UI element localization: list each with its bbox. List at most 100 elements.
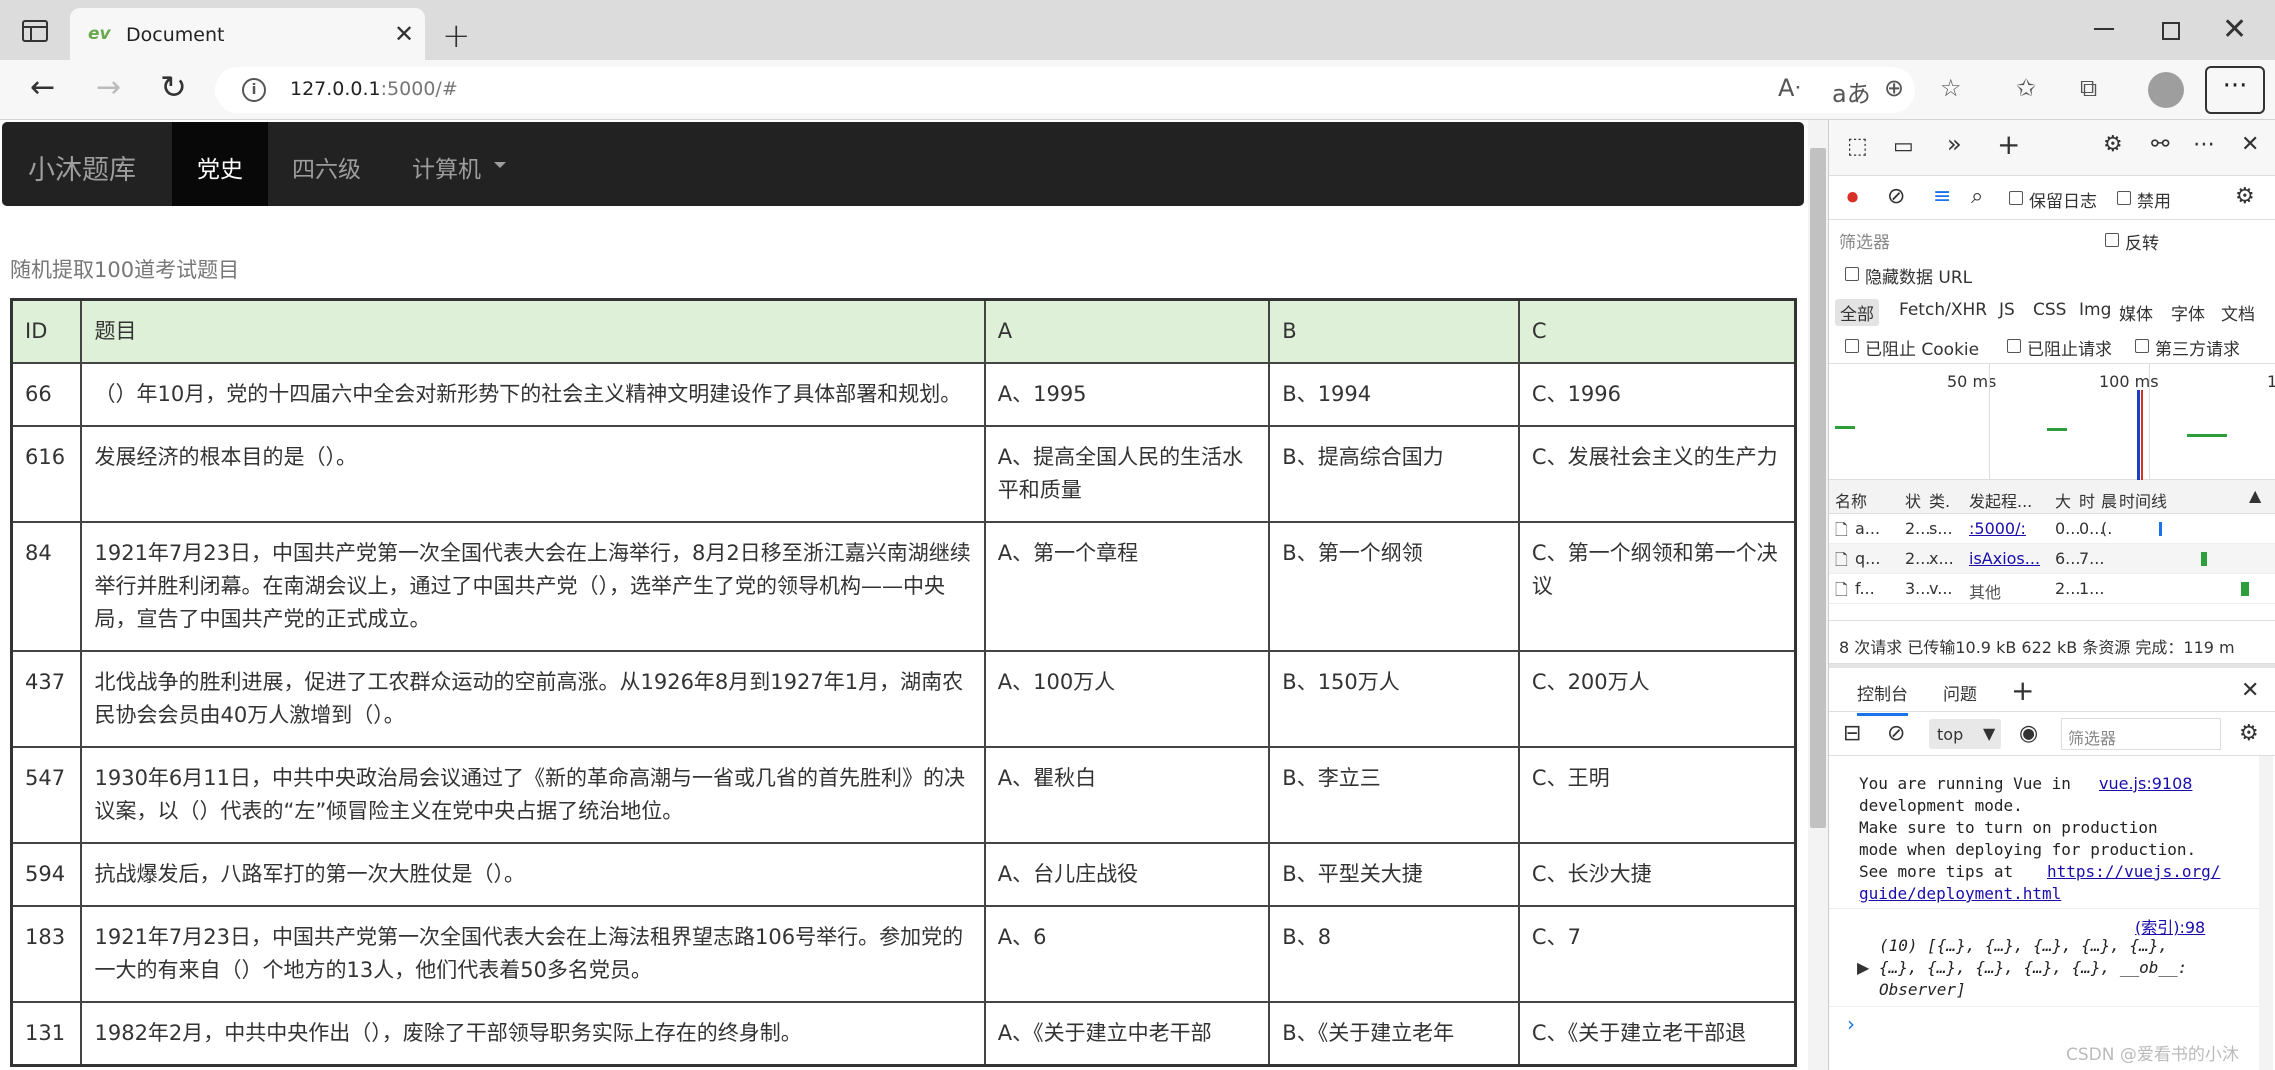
tab-console[interactable]: 控制台 bbox=[1857, 680, 1908, 716]
col-size[interactable]: 大 bbox=[2055, 488, 2071, 512]
blocked-cookies-label: 已阻止 Cookie bbox=[1865, 340, 1980, 360]
cell-id: 547 bbox=[10, 746, 83, 844]
request-row[interactable]: 🗋 q... 2... x... isAxios... 6... 7... bbox=[1829, 544, 2275, 574]
tab-actions-icon[interactable] bbox=[22, 20, 48, 42]
live-expression-icon[interactable]: ◉ bbox=[2019, 721, 2038, 746]
window-minimize-button[interactable] bbox=[2094, 28, 2114, 30]
window-maximize-button[interactable] bbox=[2162, 22, 2180, 40]
add-tab-icon[interactable]: + bbox=[1997, 128, 2020, 161]
inspect-icon[interactable]: ⬚ bbox=[1847, 134, 1868, 159]
console-source-link[interactable]: vue.js:9108 bbox=[2099, 774, 2192, 793]
new-tab-button[interactable]: + bbox=[442, 16, 471, 56]
request-initiator[interactable]: :5000/: bbox=[1969, 519, 2026, 538]
reload-button[interactable]: ↻ bbox=[160, 68, 187, 106]
type-filter-doc[interactable]: 文档 bbox=[2221, 300, 2255, 325]
request-row[interactable]: 🗋 f... 3... v... 其他 2... 1... bbox=[1829, 574, 2275, 604]
nav-item-dangshi[interactable]: 党史 bbox=[197, 150, 243, 184]
filter-input[interactable]: 筛选器 bbox=[1839, 228, 1890, 253]
blocked-cookies-checkbox[interactable] bbox=[1845, 339, 1859, 353]
cell-option-a: A、提高全国人民的生活水平和质量 bbox=[983, 425, 1271, 523]
site-brand[interactable]: 小沐题库 bbox=[28, 148, 136, 187]
col-priority[interactable]: 晨 bbox=[2101, 488, 2117, 512]
col-status[interactable]: 状 bbox=[1905, 488, 1921, 512]
url-text[interactable]: 127.0.0.1:5000/# bbox=[290, 78, 458, 100]
type-filter-img[interactable]: Img bbox=[2079, 300, 2111, 320]
tab-close-icon[interactable]: ✕ bbox=[394, 20, 414, 48]
page-scrollbar-thumb[interactable] bbox=[1810, 148, 1826, 828]
expand-triangle-icon[interactable]: ▶ bbox=[1857, 958, 1869, 977]
back-button[interactable]: ← bbox=[30, 70, 55, 105]
record-icon[interactable]: ⏺ bbox=[1847, 185, 1858, 210]
window-close-button[interactable]: ✕ bbox=[2222, 12, 2247, 47]
console-array[interactable]: (10) [{…}, {…}, {…}, {…}, {…}, bbox=[1879, 936, 2168, 955]
tab-issues[interactable]: 问题 bbox=[1943, 680, 1977, 705]
read-aloud-icon[interactable]: Aᐧ bbox=[1778, 74, 1801, 102]
console-scrollbar[interactable] bbox=[2259, 756, 2273, 1070]
cell-id: 594 bbox=[10, 842, 83, 907]
console-array: {…}, {…}, {…}, {…}, {…}, __ob__: bbox=[1879, 958, 2188, 977]
context-selector[interactable]: top ▼ bbox=[1929, 719, 2001, 749]
sort-up-icon[interactable]: ▲ bbox=[2249, 486, 2261, 505]
cell-option-b: B、《关于建立老年 bbox=[1268, 1001, 1520, 1067]
type-filter-all[interactable]: 全部 bbox=[1835, 299, 1879, 326]
cell-option-c: C、王明 bbox=[1517, 746, 1797, 844]
console-prompt[interactable]: › bbox=[1847, 1012, 1855, 1036]
clear-console-icon[interactable]: ⊘ bbox=[1887, 721, 1905, 746]
request-time: 7... bbox=[2079, 549, 2105, 568]
devtools-toolbar: ⬚ ▭ » + ⚙ ⚯ ⋯ ✕ bbox=[1829, 120, 2275, 176]
zoom-icon[interactable]: ⊕ bbox=[1884, 74, 1904, 102]
console-filter-input[interactable]: 筛选器 bbox=[2061, 718, 2221, 750]
col-time[interactable]: 时 bbox=[2079, 488, 2095, 512]
console-settings-icon[interactable]: ⚙ bbox=[2239, 721, 2259, 746]
console-url-link[interactable]: guide/deployment.html bbox=[1859, 884, 2061, 903]
network-settings-icon[interactable]: ⚙ bbox=[2235, 184, 2255, 209]
type-filter-media[interactable]: 媒体 bbox=[2119, 300, 2153, 325]
timeline-overview[interactable]: 50 ms 100 ms 1 bbox=[1829, 364, 2275, 480]
type-filter-css[interactable]: CSS bbox=[2033, 300, 2066, 320]
col-name[interactable]: 名称 bbox=[1835, 488, 1867, 512]
browser-tab[interactable] bbox=[70, 8, 425, 60]
table-row: 594 抗战爆发后，八路军打的第一次大胜仗是（）。 A、台儿庄战役 B、平型关大… bbox=[10, 842, 1797, 907]
devtools-close-icon[interactable]: ✕ bbox=[2241, 132, 2259, 157]
console-source-link[interactable]: (索引):98 bbox=[2135, 914, 2205, 938]
third-party-checkbox[interactable] bbox=[2135, 339, 2149, 353]
blocked-requests-checkbox[interactable] bbox=[2007, 339, 2021, 353]
hide-data-url-checkbox[interactable] bbox=[1845, 267, 1859, 281]
favorites-icon[interactable]: ✩ bbox=[2016, 74, 2036, 102]
forward-button[interactable]: → bbox=[96, 70, 121, 105]
type-filter-js[interactable]: JS bbox=[1999, 300, 2015, 320]
collections-icon[interactable]: ⧉ bbox=[2080, 74, 2097, 102]
invert-checkbox[interactable] bbox=[2105, 233, 2119, 247]
address-bar[interactable] bbox=[215, 67, 1915, 113]
col-type[interactable]: 类. bbox=[1929, 488, 1950, 512]
preserve-log-checkbox[interactable] bbox=[2009, 191, 2023, 205]
add-drawer-tab-icon[interactable]: + bbox=[2011, 674, 2034, 707]
col-waterfall[interactable]: 时间线 bbox=[2119, 488, 2167, 512]
device-toggle-icon[interactable]: ▭ bbox=[1893, 134, 1914, 159]
profile-avatar[interactable] bbox=[2148, 72, 2184, 108]
caret-down-icon[interactable] bbox=[494, 162, 506, 168]
nav-item-siliuji[interactable]: 四六级 bbox=[292, 150, 361, 184]
type-filter-fetch[interactable]: Fetch/XHR bbox=[1899, 300, 1987, 320]
nav-item-computer-dropdown[interactable]: 计算机 bbox=[412, 150, 481, 184]
col-initiator[interactable]: 发起程... bbox=[1969, 488, 2032, 512]
disable-cache-checkbox[interactable] bbox=[2117, 191, 2131, 205]
clear-icon[interactable]: ⊘ bbox=[1887, 184, 1905, 209]
request-row[interactable]: 🗋 a... 2... s... :5000/: 0... 0... (. bbox=[1829, 514, 2275, 544]
type-filter-font[interactable]: 字体 bbox=[2171, 300, 2205, 325]
connect-icon[interactable]: ⚯ bbox=[2151, 132, 2169, 157]
console-url-link[interactable]: https://vuejs.org/ bbox=[2047, 862, 2220, 881]
site-info-icon[interactable]: i bbox=[242, 78, 266, 102]
add-favorite-icon[interactable]: ☆ bbox=[1940, 74, 1962, 102]
drawer-close-icon[interactable]: ✕ bbox=[2241, 678, 2259, 703]
filter-icon[interactable]: ≡ bbox=[1933, 184, 1951, 209]
settings-icon[interactable]: ⚙ bbox=[2103, 132, 2123, 157]
dom-content-loaded-marker bbox=[2137, 390, 2140, 480]
search-icon[interactable]: ⌕ bbox=[1971, 184, 1983, 209]
translate-icon[interactable]: aあ bbox=[1832, 74, 1871, 109]
request-initiator[interactable]: isAxios... bbox=[1969, 549, 2040, 568]
more-tabs-icon[interactable]: » bbox=[1947, 130, 1962, 158]
more-options-icon[interactable]: ⋯ bbox=[2193, 132, 2215, 157]
settings-menu-button[interactable]: ··· bbox=[2205, 66, 2265, 114]
sidebar-toggle-icon[interactable]: ⊟ bbox=[1843, 721, 1861, 746]
